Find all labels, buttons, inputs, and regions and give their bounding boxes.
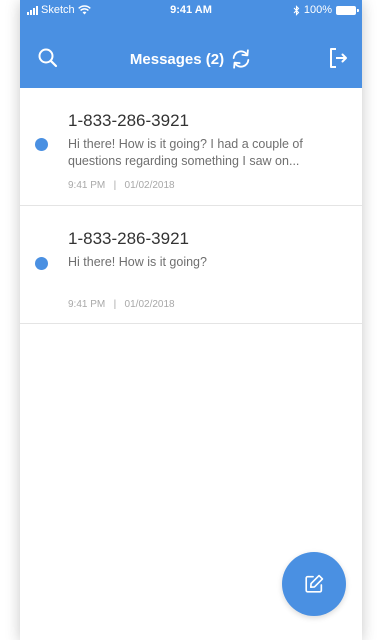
logout-icon[interactable] — [326, 46, 350, 70]
message-time: 9:41 PM — [68, 299, 106, 310]
message-item[interactable]: 1-833-286-3921 Hi there! How is it going… — [20, 206, 362, 324]
battery-label: 100% — [303, 4, 332, 16]
compose-icon — [305, 574, 324, 593]
status-bar: Sketch 9:41 AM 100% — [20, 0, 362, 20]
title-group: Messages (2) — [20, 48, 362, 70]
message-preview: Hi there! How is it going? — [68, 255, 207, 269]
unread-indicator — [35, 257, 48, 270]
message-meta: 9:41 PM | 01/02/2018 — [68, 299, 175, 310]
message-date: 01/02/2018 — [124, 180, 175, 191]
bluetooth-icon — [293, 4, 300, 16]
message-time: 9:41 PM — [68, 180, 106, 191]
page-title: Messages (2) — [129, 50, 225, 68]
unread-indicator — [35, 138, 48, 151]
status-right: 100% — [293, 4, 359, 16]
battery-icon — [336, 5, 359, 15]
compose-button[interactable] — [282, 552, 346, 616]
navbar: Messages (2) — [20, 40, 362, 80]
message-meta: 9:41 PM | 01/02/2018 — [68, 180, 175, 191]
refresh-icon[interactable] — [230, 48, 252, 70]
message-phone: 1-833-286-3921 — [68, 229, 189, 248]
message-phone: 1-833-286-3921 — [68, 111, 189, 130]
message-date: 01/02/2018 — [124, 299, 175, 310]
message-item[interactable]: 1-833-286-3921 Hi there! How is it going… — [20, 88, 362, 206]
meta-separator: | — [113, 180, 117, 191]
phone-screen: Sketch 9:41 AM 100% Messages (2) 1-833-2… — [20, 0, 362, 640]
message-preview: Hi there! How is it going? I had a coupl… — [68, 137, 303, 168]
message-list: 1-833-286-3921 Hi there! How is it going… — [20, 88, 362, 324]
header: Sketch 9:41 AM 100% Messages (2) — [20, 0, 362, 88]
meta-separator: | — [113, 299, 117, 310]
